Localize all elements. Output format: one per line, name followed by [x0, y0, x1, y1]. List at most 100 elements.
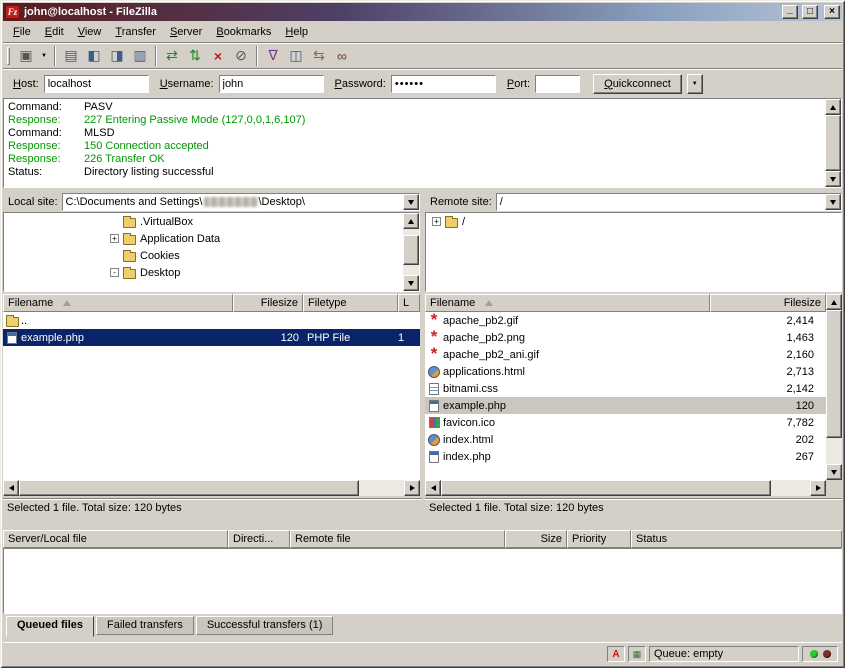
- file-row[interactable]: index.php 267: [425, 448, 826, 465]
- file-row[interactable]: applications.html 2,713: [425, 363, 826, 380]
- menu-file[interactable]: File: [6, 23, 38, 41]
- toggle-remote-tree-icon[interactable]: ◨: [106, 45, 128, 67]
- column-filename[interactable]: Filename: [425, 294, 710, 312]
- scroll-left-button[interactable]: [425, 480, 441, 496]
- password-input[interactable]: [391, 75, 496, 93]
- minimize-button[interactable]: _: [782, 5, 798, 19]
- collapse-icon[interactable]: -: [110, 268, 119, 277]
- file-row[interactable]: apache_pb2.gif 2,414: [425, 312, 826, 329]
- scroll-up-button[interactable]: [826, 294, 842, 310]
- scroll-right-button[interactable]: [404, 480, 420, 496]
- tab-successful-transfers[interactable]: Successful transfers (1): [196, 616, 334, 635]
- expand-icon[interactable]: +: [432, 217, 441, 226]
- local-path-combo[interactable]: C:\Documents and Settings\\Desktop\: [62, 193, 420, 211]
- file-name: index.html: [443, 434, 710, 446]
- local-tree-scrollbar[interactable]: [403, 213, 419, 291]
- site-manager-icon[interactable]: ▣: [15, 45, 37, 67]
- queue-column-remote-file[interactable]: Remote file: [290, 530, 505, 548]
- scroll-down-button[interactable]: [825, 171, 841, 187]
- directory-comparison-icon[interactable]: ◫: [285, 45, 307, 67]
- toolbar-grip[interactable]: [7, 47, 10, 65]
- column-filesize[interactable]: Filesize: [710, 294, 826, 312]
- file-row-selected[interactable]: example.php 120: [425, 397, 826, 414]
- file-row-selected[interactable]: example.php 120 PHP File 1: [3, 329, 420, 346]
- column-filesize[interactable]: Filesize: [233, 294, 303, 312]
- queue-column-direction[interactable]: Directi...: [228, 530, 290, 548]
- scroll-down-button[interactable]: [826, 464, 842, 480]
- scroll-up-button[interactable]: [403, 213, 419, 229]
- scroll-thumb[interactable]: [441, 480, 771, 496]
- menu-transfer[interactable]: Transfer: [108, 23, 163, 41]
- host-input[interactable]: [44, 75, 149, 93]
- remote-path-combo[interactable]: /: [496, 193, 842, 211]
- scroll-track[interactable]: [825, 115, 841, 171]
- column-last-modified[interactable]: L: [398, 294, 420, 312]
- file-name: apache_pb2.gif: [443, 315, 710, 327]
- expand-icon[interactable]: +: [110, 234, 119, 243]
- tree-item[interactable]: - Desktop: [4, 264, 419, 281]
- queue-column-status[interactable]: Status: [631, 530, 842, 548]
- column-filename[interactable]: Filename: [3, 294, 233, 312]
- tree-item[interactable]: Cookies: [4, 247, 419, 264]
- disconnect-icon[interactable]: ⊘: [230, 45, 252, 67]
- scroll-track[interactable]: [403, 229, 419, 275]
- column-filetype[interactable]: Filetype: [303, 294, 398, 312]
- scroll-down-button[interactable]: [403, 275, 419, 291]
- menu-help[interactable]: Help: [278, 23, 315, 41]
- menu-server[interactable]: Server: [163, 23, 209, 41]
- toggle-message-log-icon[interactable]: ▤: [60, 45, 82, 67]
- file-row[interactable]: index.html 202: [425, 431, 826, 448]
- file-name: apache_pb2.png: [443, 332, 710, 344]
- remote-list-hscrollbar[interactable]: [425, 480, 826, 496]
- combo-dropdown-button[interactable]: [403, 194, 419, 210]
- username-input[interactable]: [219, 75, 324, 93]
- combo-dropdown-button[interactable]: [825, 194, 841, 210]
- scroll-thumb[interactable]: [19, 480, 359, 496]
- close-button[interactable]: ×: [824, 5, 840, 19]
- synchronized-browsing-icon[interactable]: ⇆: [308, 45, 330, 67]
- arrow-down-icon: [830, 177, 836, 182]
- process-queue-icon[interactable]: ⇅: [184, 45, 206, 67]
- scroll-left-button[interactable]: [3, 480, 19, 496]
- scroll-track[interactable]: [826, 310, 842, 464]
- file-row[interactable]: ..: [3, 312, 420, 329]
- maximize-button[interactable]: □: [802, 5, 818, 19]
- find-files-icon[interactable]: ∞: [331, 45, 353, 67]
- local-path-prefix: C:\Documents and Settings\: [66, 196, 203, 208]
- scroll-up-button[interactable]: [825, 99, 841, 115]
- scroll-thumb[interactable]: [826, 310, 842, 438]
- toggle-transfer-queue-icon[interactable]: ▥: [129, 45, 151, 67]
- scroll-thumb[interactable]: [403, 235, 419, 265]
- queue-column-priority[interactable]: Priority: [567, 530, 631, 548]
- file-row[interactable]: apache_pb2_ani.gif 2,160: [425, 346, 826, 363]
- scroll-right-button[interactable]: [810, 480, 826, 496]
- menu-view[interactable]: View: [71, 23, 109, 41]
- tab-queued-files[interactable]: Queued files: [6, 616, 94, 637]
- queue-column-size[interactable]: Size: [505, 530, 567, 548]
- remote-list-scrollbar[interactable]: [826, 294, 842, 480]
- cancel-operation-icon[interactable]: ×: [207, 45, 229, 67]
- file-row[interactable]: apache_pb2.png 1,463: [425, 329, 826, 346]
- site-manager-dropdown-icon[interactable]: ▼: [38, 45, 50, 67]
- local-list-hscrollbar[interactable]: [3, 480, 420, 496]
- menu-edit[interactable]: Edit: [38, 23, 71, 41]
- scroll-thumb[interactable]: [825, 115, 841, 171]
- quickconnect-dropdown-icon[interactable]: ▼: [687, 74, 703, 94]
- menu-bookmarks[interactable]: Bookmarks: [209, 23, 278, 41]
- filter-icon[interactable]: ∇: [262, 45, 284, 67]
- filezilla-logo-icon[interactable]: Fz: [5, 5, 20, 19]
- toggle-local-tree-icon[interactable]: ◧: [83, 45, 105, 67]
- file-row[interactable]: favicon.ico 7,782: [425, 414, 826, 431]
- refresh-icon[interactable]: ⇄: [161, 45, 183, 67]
- queue-column-server-local-file[interactable]: Server/Local file: [3, 530, 228, 548]
- quickconnect-button[interactable]: Quickconnect: [593, 74, 682, 94]
- file-row[interactable]: bitnami.css 2,142: [425, 380, 826, 397]
- tree-item[interactable]: + Application Data: [4, 230, 419, 247]
- scroll-track[interactable]: [441, 480, 810, 496]
- tab-failed-transfers[interactable]: Failed transfers: [96, 616, 194, 635]
- scroll-track[interactable]: [19, 480, 404, 496]
- log-scrollbar[interactable]: [825, 99, 841, 187]
- tree-item[interactable]: + /: [426, 213, 841, 230]
- tree-item[interactable]: .VirtualBox: [4, 213, 419, 230]
- port-input[interactable]: [535, 75, 580, 93]
